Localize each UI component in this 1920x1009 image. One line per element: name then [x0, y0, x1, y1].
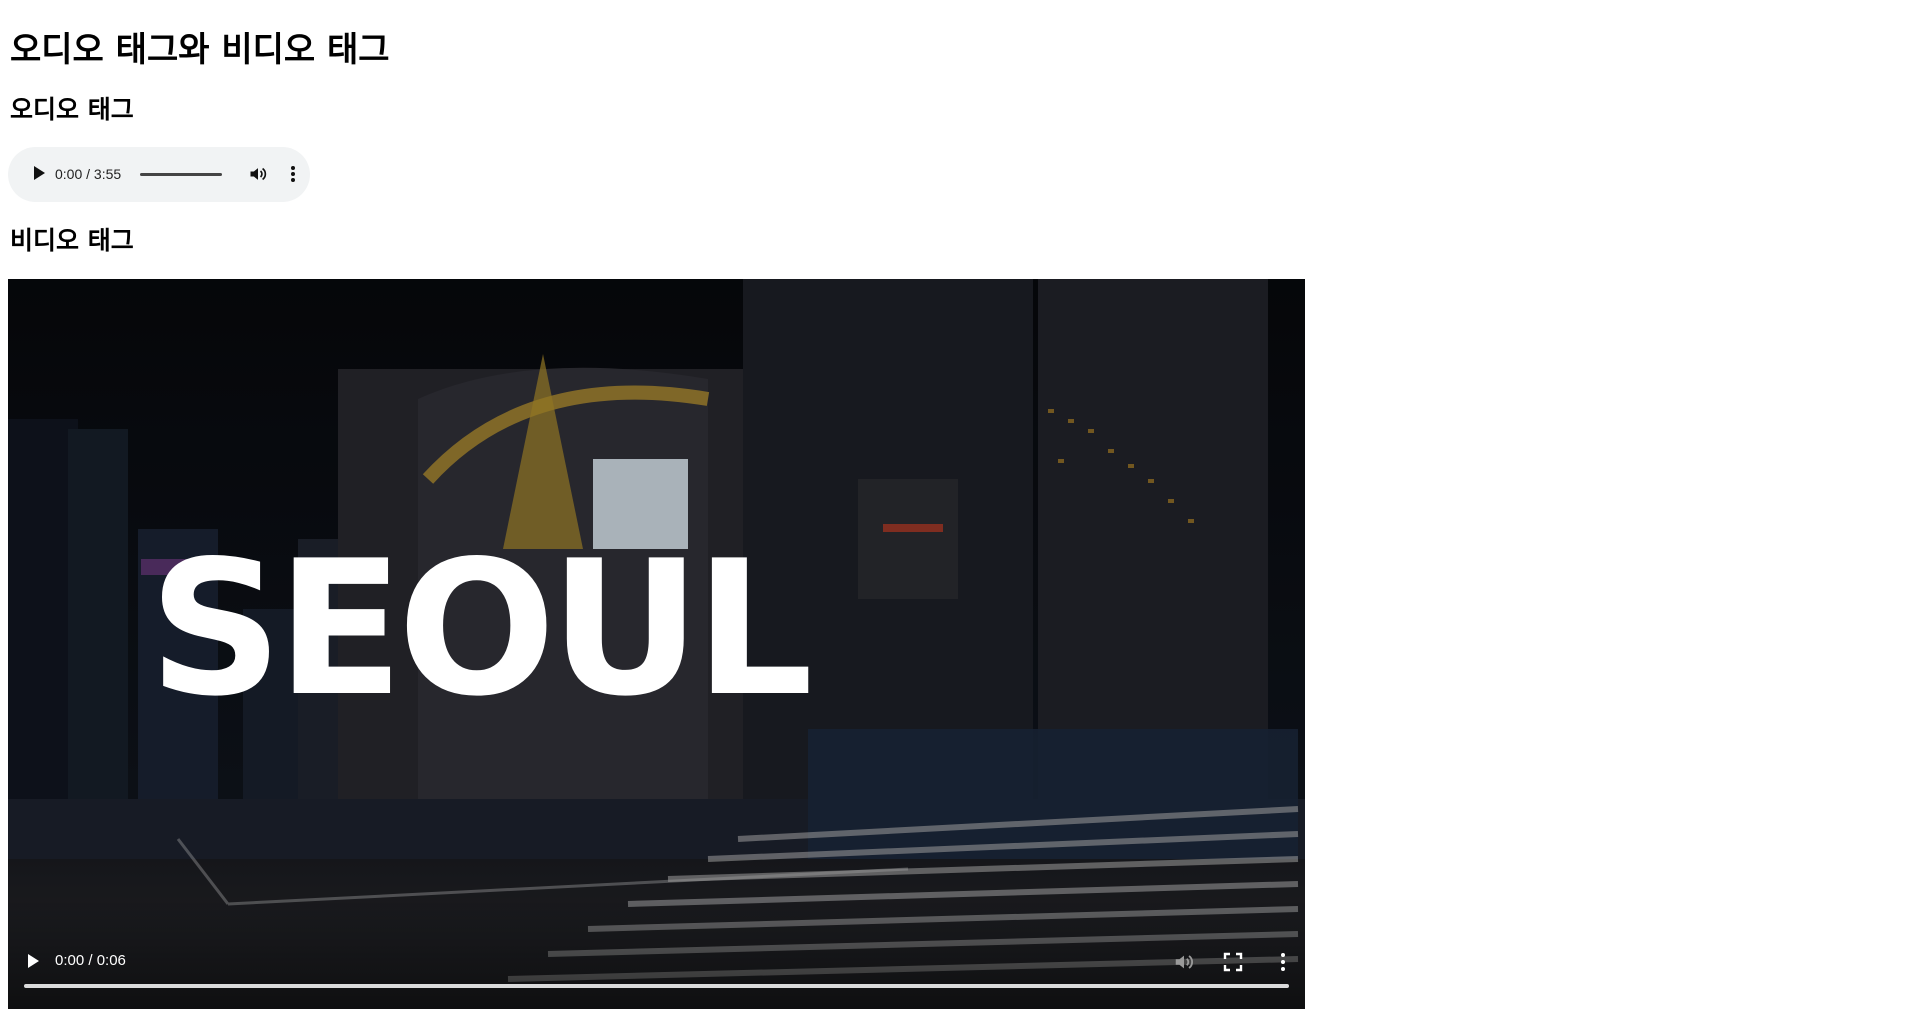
volume-icon[interactable] [248, 164, 268, 184]
audio-progress-slider[interactable] [140, 173, 222, 176]
video-player[interactable]: SEOUL 0:00 / 0:06 [8, 279, 1305, 1009]
play-icon[interactable] [28, 954, 39, 968]
video-controls-backdrop [8, 899, 1305, 1009]
more-options-icon[interactable] [1278, 951, 1288, 973]
audio-player[interactable]: 0:00 / 3:55 [8, 147, 310, 202]
video-time: 0:00 / 0:06 [55, 952, 126, 969]
audio-heading: 오디오 태그 [10, 95, 134, 124]
mute-icon[interactable] [1173, 951, 1195, 973]
play-icon[interactable] [34, 166, 45, 180]
page-title: 오디오 태그와 비디오 태그 [10, 30, 390, 70]
video-heading: 비디오 태그 [10, 226, 134, 255]
video-poster-title: SEOUL [148, 520, 814, 737]
video-progress-slider[interactable] [24, 984, 1289, 988]
audio-time: 0:00 / 3:55 [55, 166, 122, 182]
fullscreen-icon[interactable] [1223, 952, 1243, 972]
more-options-icon[interactable] [286, 164, 300, 184]
